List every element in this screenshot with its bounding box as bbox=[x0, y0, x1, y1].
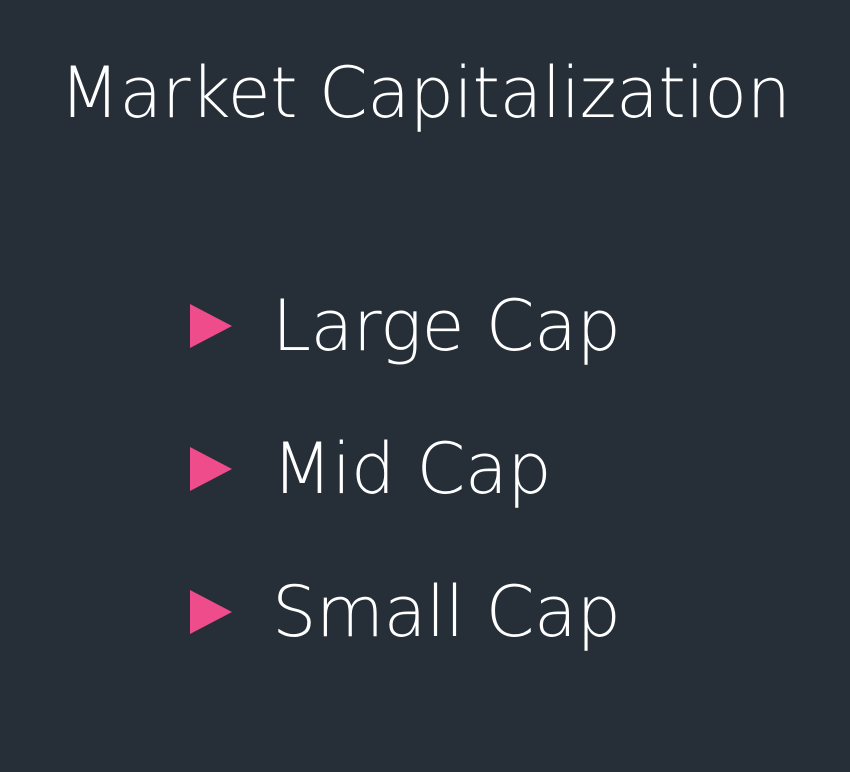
slide: Market Capitalization Large Cap Mid Cap … bbox=[0, 0, 850, 772]
slide-title: Market Capitalization bbox=[59, 52, 792, 134]
triangle-right-icon bbox=[190, 590, 232, 634]
bullet-label: Large Cap bbox=[272, 285, 621, 367]
triangle-right-icon bbox=[190, 304, 232, 348]
bullet-label: Small Cap bbox=[272, 571, 621, 653]
bullet-item-mid-cap: Mid Cap bbox=[190, 429, 620, 509]
triangle-right-icon bbox=[190, 447, 232, 491]
bullet-item-large-cap: Large Cap bbox=[190, 285, 621, 367]
bullet-item-small-cap: Small Cap bbox=[190, 571, 621, 653]
bullet-label: Mid Cap bbox=[272, 428, 552, 510]
bullet-list: Large Cap Mid Cap Small Cap bbox=[190, 285, 621, 653]
